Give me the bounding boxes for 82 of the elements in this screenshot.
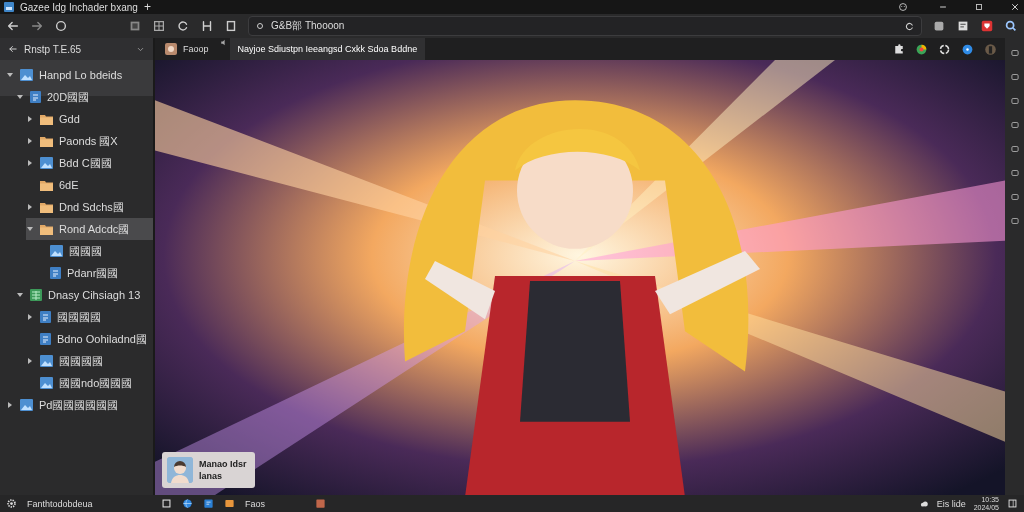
new-tab-button[interactable]: + xyxy=(143,0,151,14)
back-icon[interactable] xyxy=(8,44,18,54)
tree-item[interactable]: Gdd xyxy=(26,108,153,130)
folder-icon xyxy=(40,113,53,125)
caret-icon[interactable] xyxy=(27,160,33,166)
taskbar-label[interactable]: Faos xyxy=(245,498,265,509)
tab-thumbnail-icon xyxy=(165,43,177,55)
tree-item[interactable]: 20D國國 xyxy=(16,86,153,108)
extension-icon[interactable] xyxy=(932,19,946,33)
panel-icon[interactable] xyxy=(128,19,142,33)
browser-tab[interactable]: Nayjoe Sdiustpn Ieeangsd Cxkk Sdoa Bddne xyxy=(229,38,426,60)
address-field[interactable]: G&B部 Thoooon xyxy=(248,16,922,36)
columns-icon[interactable] xyxy=(200,19,214,33)
app-icon xyxy=(4,2,14,12)
window-title: Gazee Idg Inchader bxang xyxy=(20,1,138,13)
colorful-circle-icon[interactable] xyxy=(915,42,928,56)
browser-tab[interactable]: Faoop xyxy=(157,38,217,60)
forward-icon[interactable] xyxy=(30,19,44,33)
tree-item[interactable]: Paonds 國X xyxy=(26,130,153,152)
site-icon[interactable] xyxy=(255,21,265,31)
tree-item[interactable]: Bdno Oohiladnd國 xyxy=(26,328,153,350)
caret-icon[interactable] xyxy=(17,94,23,100)
maximize-icon[interactable] xyxy=(974,2,984,12)
tree-item[interactable]: Rond Adcdc國 xyxy=(26,218,153,240)
folder-icon xyxy=(40,223,53,235)
document-icon xyxy=(40,311,51,323)
spreadsheet-icon xyxy=(30,289,42,301)
caret-icon[interactable] xyxy=(7,72,13,78)
caret-icon[interactable] xyxy=(27,116,33,122)
smiley-icon[interactable] xyxy=(898,2,908,12)
tree-item[interactable]: 國國國 xyxy=(36,240,153,262)
tree-item[interactable]: Dnasy Cihsiagh 13 xyxy=(16,284,153,306)
notification-icon[interactable] xyxy=(1007,498,1018,509)
back-icon[interactable] xyxy=(6,19,20,33)
profile-subtitle: lanas xyxy=(199,470,223,482)
profile-icon[interactable] xyxy=(984,42,997,56)
caret-icon[interactable] xyxy=(27,358,33,364)
tree-item[interactable]: 國國ndo國國國 xyxy=(26,372,153,394)
tree-item[interactable]: Pdanr國國 xyxy=(36,262,153,284)
folder-icon xyxy=(40,179,53,191)
tree-item[interactable]: 國國國國 xyxy=(26,350,153,372)
folder-icon xyxy=(40,135,53,147)
globe-icon[interactable] xyxy=(182,498,193,509)
caret-icon[interactable] xyxy=(27,204,33,210)
caret-icon[interactable] xyxy=(27,138,33,144)
badge-icon[interactable] xyxy=(961,42,974,56)
app-icon[interactable] xyxy=(315,498,326,509)
shield-icon[interactable] xyxy=(980,19,994,33)
tree-item[interactable]: Bdd C國國 xyxy=(26,152,153,174)
caret-icon[interactable] xyxy=(17,292,23,298)
close-icon[interactable] xyxy=(1010,2,1020,12)
files-icon[interactable] xyxy=(203,498,214,509)
document-icon xyxy=(40,333,51,345)
refresh-icon[interactable] xyxy=(176,19,190,33)
reload-icon[interactable] xyxy=(904,20,915,32)
settings-icon[interactable] xyxy=(6,498,17,509)
sidebar-footer-text: Fanthtodobdeua xyxy=(27,498,93,509)
document-icon xyxy=(50,267,61,279)
grid-icon[interactable] xyxy=(152,19,166,33)
tree-item[interactable]: Hanpd Lo bdeids xyxy=(6,64,153,86)
folder-icon xyxy=(40,201,53,213)
search-icon[interactable] xyxy=(1004,19,1018,33)
reload-icon[interactable] xyxy=(54,19,68,33)
tree-item[interactable]: Dnd Sdchs國 xyxy=(26,196,153,218)
caret-icon[interactable] xyxy=(27,314,33,320)
tree-item[interactable]: 國國國國 xyxy=(26,306,153,328)
tree-item[interactable]: Pd國國國國國國 xyxy=(6,394,153,416)
start-icon[interactable] xyxy=(161,498,172,509)
puzzle-icon[interactable] xyxy=(893,43,905,55)
page-icon[interactable] xyxy=(224,19,238,33)
caret-icon[interactable] xyxy=(7,402,13,408)
folder-icon[interactable] xyxy=(224,498,235,509)
tray-label: Eis lide xyxy=(936,498,966,509)
tree-item[interactable]: 6dE xyxy=(26,174,153,196)
card-icon[interactable] xyxy=(1009,48,1020,58)
document-icon xyxy=(30,91,41,103)
caret-icon[interactable] xyxy=(27,226,33,232)
profile-name: Manao Idsr xyxy=(199,458,247,470)
sidebar-title: Rnstp T.E.65 xyxy=(24,43,82,55)
avatar-icon xyxy=(167,457,193,483)
reader-icon[interactable] xyxy=(956,19,970,33)
profile-card[interactable]: Manao Idsr lanas xyxy=(162,452,255,488)
